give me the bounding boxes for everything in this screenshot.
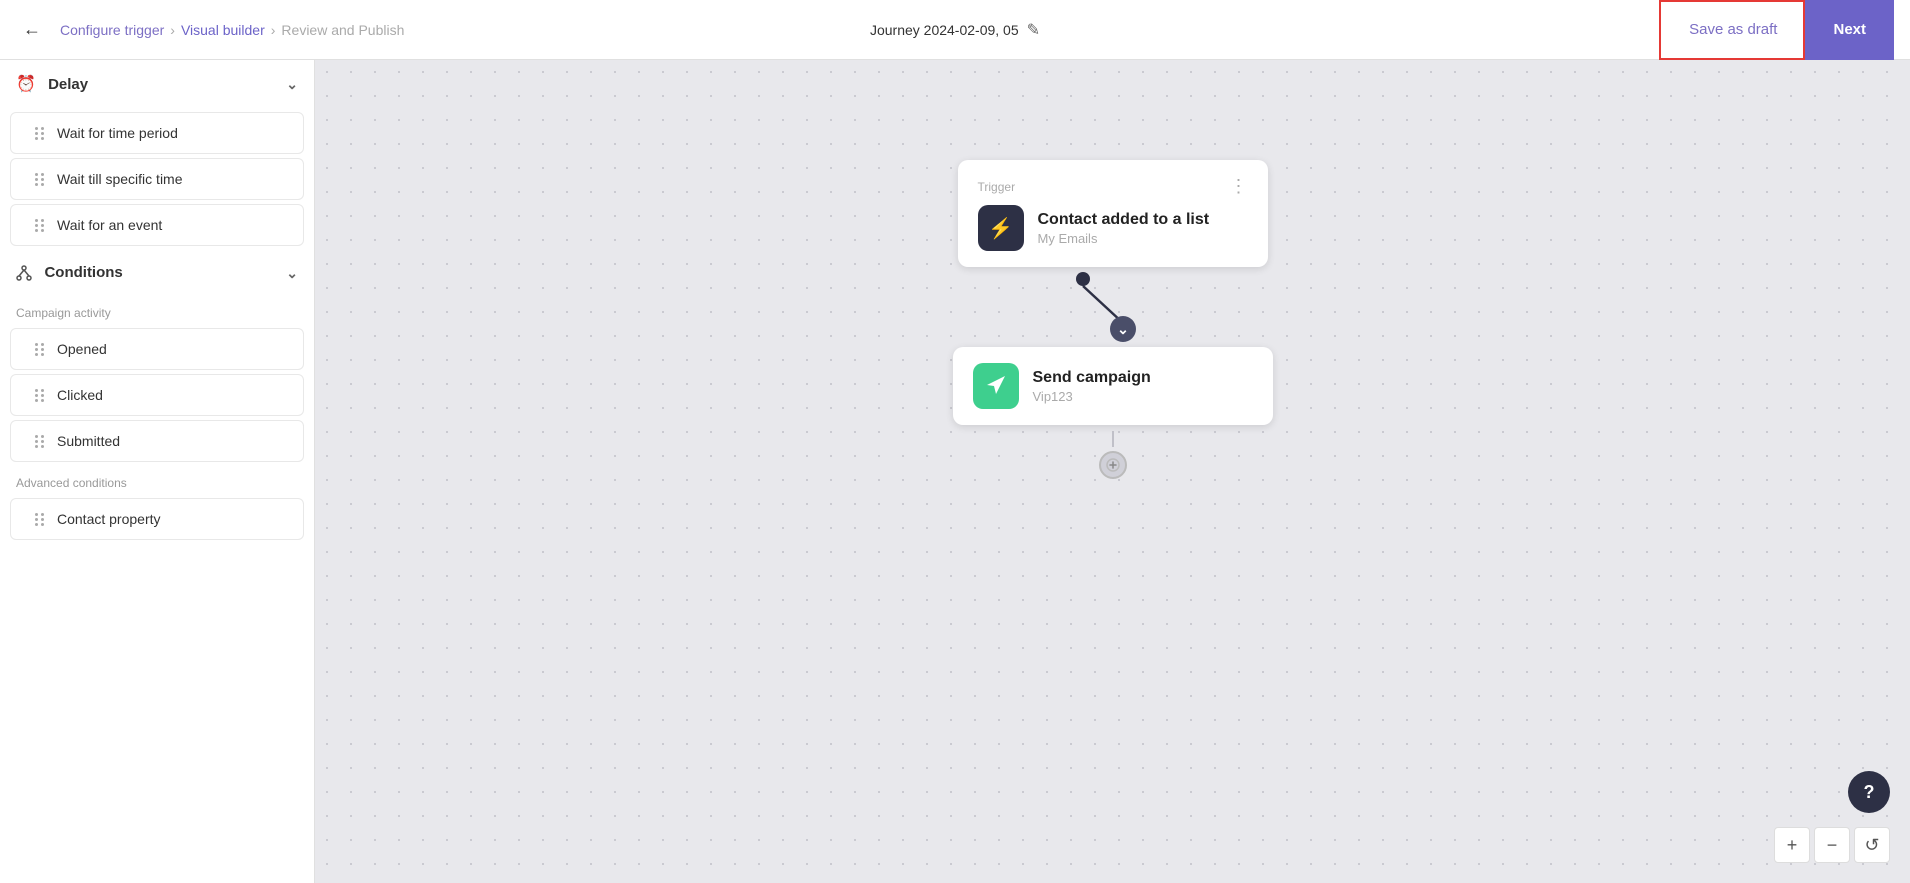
trigger-node-subtitle: My Emails: [1038, 231, 1210, 246]
drag-handle-wait-specific-time: [35, 173, 45, 186]
drag-handle-wait-time-period: [35, 127, 45, 140]
zoom-out-button[interactable]: −: [1814, 827, 1850, 863]
send-campaign-node[interactable]: Send campaign Vip123: [953, 347, 1273, 425]
conditions-section-header[interactable]: Conditions ⌄: [0, 250, 314, 296]
conditions-chevron-icon: ⌄: [286, 265, 298, 282]
opened-label: Opened: [57, 341, 107, 357]
trigger-node-title: Contact added to a list: [1038, 211, 1210, 229]
wait-specific-time-label: Wait till specific time: [57, 171, 183, 187]
conditions-label: Conditions: [44, 264, 122, 281]
delay-label: Delay: [48, 76, 88, 93]
send-campaign-title: Send campaign: [1033, 369, 1151, 387]
drag-handle-clicked: [35, 389, 45, 402]
save-draft-button[interactable]: Save as draft: [1659, 0, 1805, 60]
main-layout: ⏰ Delay ⌄ Wait for time period Wait till…: [0, 60, 1910, 883]
drag-handle-wait-event: [35, 219, 45, 232]
sidebar-item-contact-property[interactable]: Contact property: [10, 498, 304, 540]
sidebar-item-opened[interactable]: Opened: [10, 328, 304, 370]
clicked-label: Clicked: [57, 387, 103, 403]
sidebar-item-wait-time-period[interactable]: Wait for time period: [10, 112, 304, 154]
edit-journey-name-icon[interactable]: ✎: [1027, 20, 1040, 40]
delay-section-header[interactable]: ⏰ Delay ⌄: [0, 60, 314, 108]
journey-name: Journey 2024-02-09, 05: [870, 22, 1019, 38]
connector-svg: ⌄: [1053, 267, 1173, 347]
drag-handle-opened: [35, 343, 45, 356]
trigger-node-label: Trigger: [978, 180, 1016, 194]
drag-handle-contact-property: [35, 513, 45, 526]
header: ← Configure trigger › Visual builder › R…: [0, 0, 1910, 60]
conditions-items: Campaign activity Opened Clicked Submitt…: [0, 296, 314, 540]
add-node-button[interactable]: [1099, 451, 1127, 479]
submitted-label: Submitted: [57, 433, 120, 449]
flow-canvas: Trigger ⋮ ⚡ Contact added to a list My E…: [315, 60, 1910, 883]
trigger-node[interactable]: Trigger ⋮ ⚡ Contact added to a list My E…: [958, 160, 1268, 267]
reset-zoom-button[interactable]: ↺: [1854, 827, 1890, 863]
breadcrumb-visual-builder[interactable]: Visual builder: [181, 22, 265, 38]
header-actions: Save as draft Next: [1659, 0, 1894, 60]
flow-container: Trigger ⋮ ⚡ Contact added to a list My E…: [953, 160, 1273, 479]
sidebar-item-clicked[interactable]: Clicked: [10, 374, 304, 416]
trigger-icon: ⚡: [978, 205, 1024, 251]
delay-icon: ⏰: [16, 76, 36, 93]
add-node-area: [1099, 431, 1127, 479]
send-campaign-subtitle: Vip123: [1033, 389, 1151, 404]
drag-handle-submitted: [35, 435, 45, 448]
next-button[interactable]: Next: [1805, 0, 1894, 60]
contact-property-label: Contact property: [57, 511, 161, 527]
sidebar-item-wait-event[interactable]: Wait for an event: [10, 204, 304, 246]
campaign-activity-category: Campaign activity: [0, 296, 314, 324]
back-button[interactable]: ←: [16, 14, 48, 46]
delay-chevron-icon: ⌄: [286, 76, 298, 93]
conditions-icon: [16, 264, 36, 281]
connector-area: ⌄: [953, 267, 1273, 347]
journey-title-area: Journey 2024-02-09, 05 ✎: [870, 20, 1040, 40]
canvas-controls: + − ↺: [1774, 827, 1890, 863]
wait-time-period-label: Wait for time period: [57, 125, 178, 141]
trigger-node-info: Contact added to a list My Emails: [1038, 211, 1210, 246]
breadcrumb-sep-2: ›: [271, 22, 276, 38]
sidebar-item-submitted[interactable]: Submitted: [10, 420, 304, 462]
zoom-in-button[interactable]: +: [1774, 827, 1810, 863]
delay-items: Wait for time period Wait till specific …: [0, 112, 314, 246]
breadcrumb-review: Review and Publish: [281, 22, 404, 38]
breadcrumb: Configure trigger › Visual builder › Rev…: [60, 22, 404, 38]
breadcrumb-sep-1: ›: [170, 22, 175, 38]
svg-text:⌄: ⌄: [1117, 321, 1129, 337]
send-campaign-icon: [973, 363, 1019, 409]
add-connector-line: [1112, 431, 1114, 447]
sidebar: ⏰ Delay ⌄ Wait for time period Wait till…: [0, 60, 315, 883]
breadcrumb-configure[interactable]: Configure trigger: [60, 22, 164, 38]
wait-event-label: Wait for an event: [57, 217, 162, 233]
send-campaign-info: Send campaign Vip123: [1033, 369, 1151, 404]
trigger-node-menu-icon[interactable]: ⋮: [1230, 176, 1248, 197]
help-button[interactable]: ?: [1848, 771, 1890, 813]
advanced-conditions-category: Advanced conditions: [0, 466, 314, 494]
sidebar-item-wait-specific-time[interactable]: Wait till specific time: [10, 158, 304, 200]
